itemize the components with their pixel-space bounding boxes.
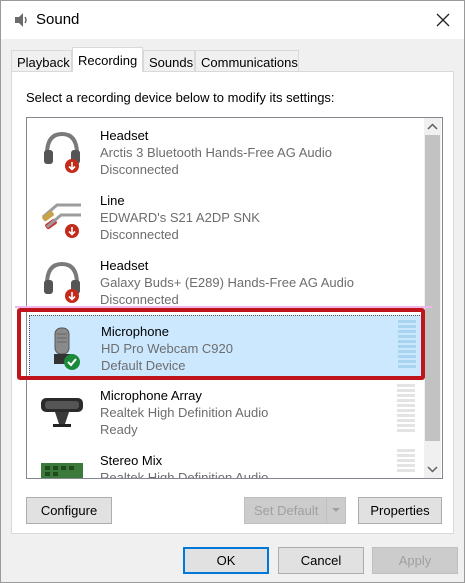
set-default-label: Set Default	[254, 503, 319, 518]
ok-button[interactable]: OK	[183, 547, 269, 574]
device-name: Microphone	[101, 324, 169, 339]
close-button[interactable]	[425, 5, 461, 35]
list-item-microphone-c920[interactable]: Microphone HD Pro Webcam C920 Default De…	[29, 315, 422, 377]
speaker-icon	[15, 13, 27, 27]
vertical-scrollbar[interactable]	[424, 118, 441, 478]
scroll-down-button[interactable]	[424, 461, 441, 478]
device-name: Microphone Array	[100, 388, 202, 403]
close-icon	[436, 13, 450, 27]
tab-playback[interactable]: Playback	[11, 50, 72, 71]
list-item-headset-arctis[interactable]: Headset Arctis 3 Bluetooth Hands-Free AG…	[29, 120, 422, 182]
device-description: EDWARD's S21 A2DP SNK	[100, 210, 260, 225]
list-item-line-s21[interactable]: Line EDWARD's S21 A2DP SNK Disconnected	[29, 185, 422, 247]
level-meter	[398, 320, 416, 368]
set-default-button[interactable]: Set Default	[244, 497, 346, 524]
window-title: Sound	[36, 11, 80, 28]
scroll-thumb[interactable]	[425, 135, 440, 441]
scroll-up-button[interactable]	[424, 118, 441, 135]
chevron-down-icon	[427, 466, 438, 473]
level-meter	[397, 449, 415, 472]
cancel-button[interactable]: Cancel	[278, 547, 364, 574]
sound-card-icon	[41, 463, 83, 478]
list-item-stereo-mix[interactable]: Stereo Mix Realtek High Definition Audio	[29, 445, 422, 479]
device-description: Galaxy Buds+ (E289) Hands-Free AG Audio	[100, 275, 354, 290]
device-description: Realtek High Definition Audio	[100, 405, 269, 420]
level-meter	[397, 384, 415, 432]
list-item-microphone-array[interactable]: Microphone Array Realtek High Definition…	[29, 380, 422, 442]
headset-icon	[44, 261, 80, 303]
sound-dialog: Sound Playback Recording Sounds Communic…	[0, 0, 465, 583]
device-status: Ready	[100, 422, 138, 437]
device-status: Disconnected	[100, 227, 179, 242]
device-name: Headset	[100, 128, 149, 143]
line-cable-icon	[42, 203, 81, 238]
device-description: Realtek High Definition Audio	[100, 470, 269, 479]
device-list[interactable]: Headset Arctis 3 Bluetooth Hands-Free AG…	[26, 117, 443, 479]
device-status: Disconnected	[100, 162, 179, 177]
properties-button[interactable]: Properties	[358, 497, 442, 524]
list-item-headset-galaxy[interactable]: Headset Galaxy Buds+ (E289) Hands-Free A…	[29, 250, 422, 312]
chevron-up-icon	[427, 123, 438, 130]
device-description: HD Pro Webcam C920	[101, 341, 233, 356]
instruction-text: Select a recording device below to modif…	[26, 90, 335, 105]
recording-panel: Select a recording device below to modif…	[11, 71, 454, 534]
apply-button[interactable]: Apply	[372, 547, 458, 574]
configure-button[interactable]: Configure	[26, 497, 112, 524]
tab-sounds[interactable]: Sounds	[143, 50, 195, 71]
microphone-array-icon	[41, 398, 83, 427]
chevron-down-icon	[332, 508, 340, 512]
title-bar: Sound	[1, 1, 464, 39]
device-status: Disconnected	[100, 292, 179, 307]
tab-communications[interactable]: Communications	[195, 50, 299, 71]
device-name: Stereo Mix	[100, 453, 163, 468]
device-status: Default Device	[101, 358, 186, 373]
device-name: Line	[100, 193, 125, 208]
tab-recording[interactable]: Recording	[72, 47, 143, 72]
device-description: Arctis 3 Bluetooth Hands-Free AG Audio	[100, 145, 332, 160]
set-default-dropdown[interactable]	[326, 498, 345, 523]
headset-icon	[44, 131, 80, 173]
selection-accent	[15, 306, 432, 308]
microphone-icon	[54, 327, 80, 370]
device-name: Headset	[100, 258, 149, 273]
